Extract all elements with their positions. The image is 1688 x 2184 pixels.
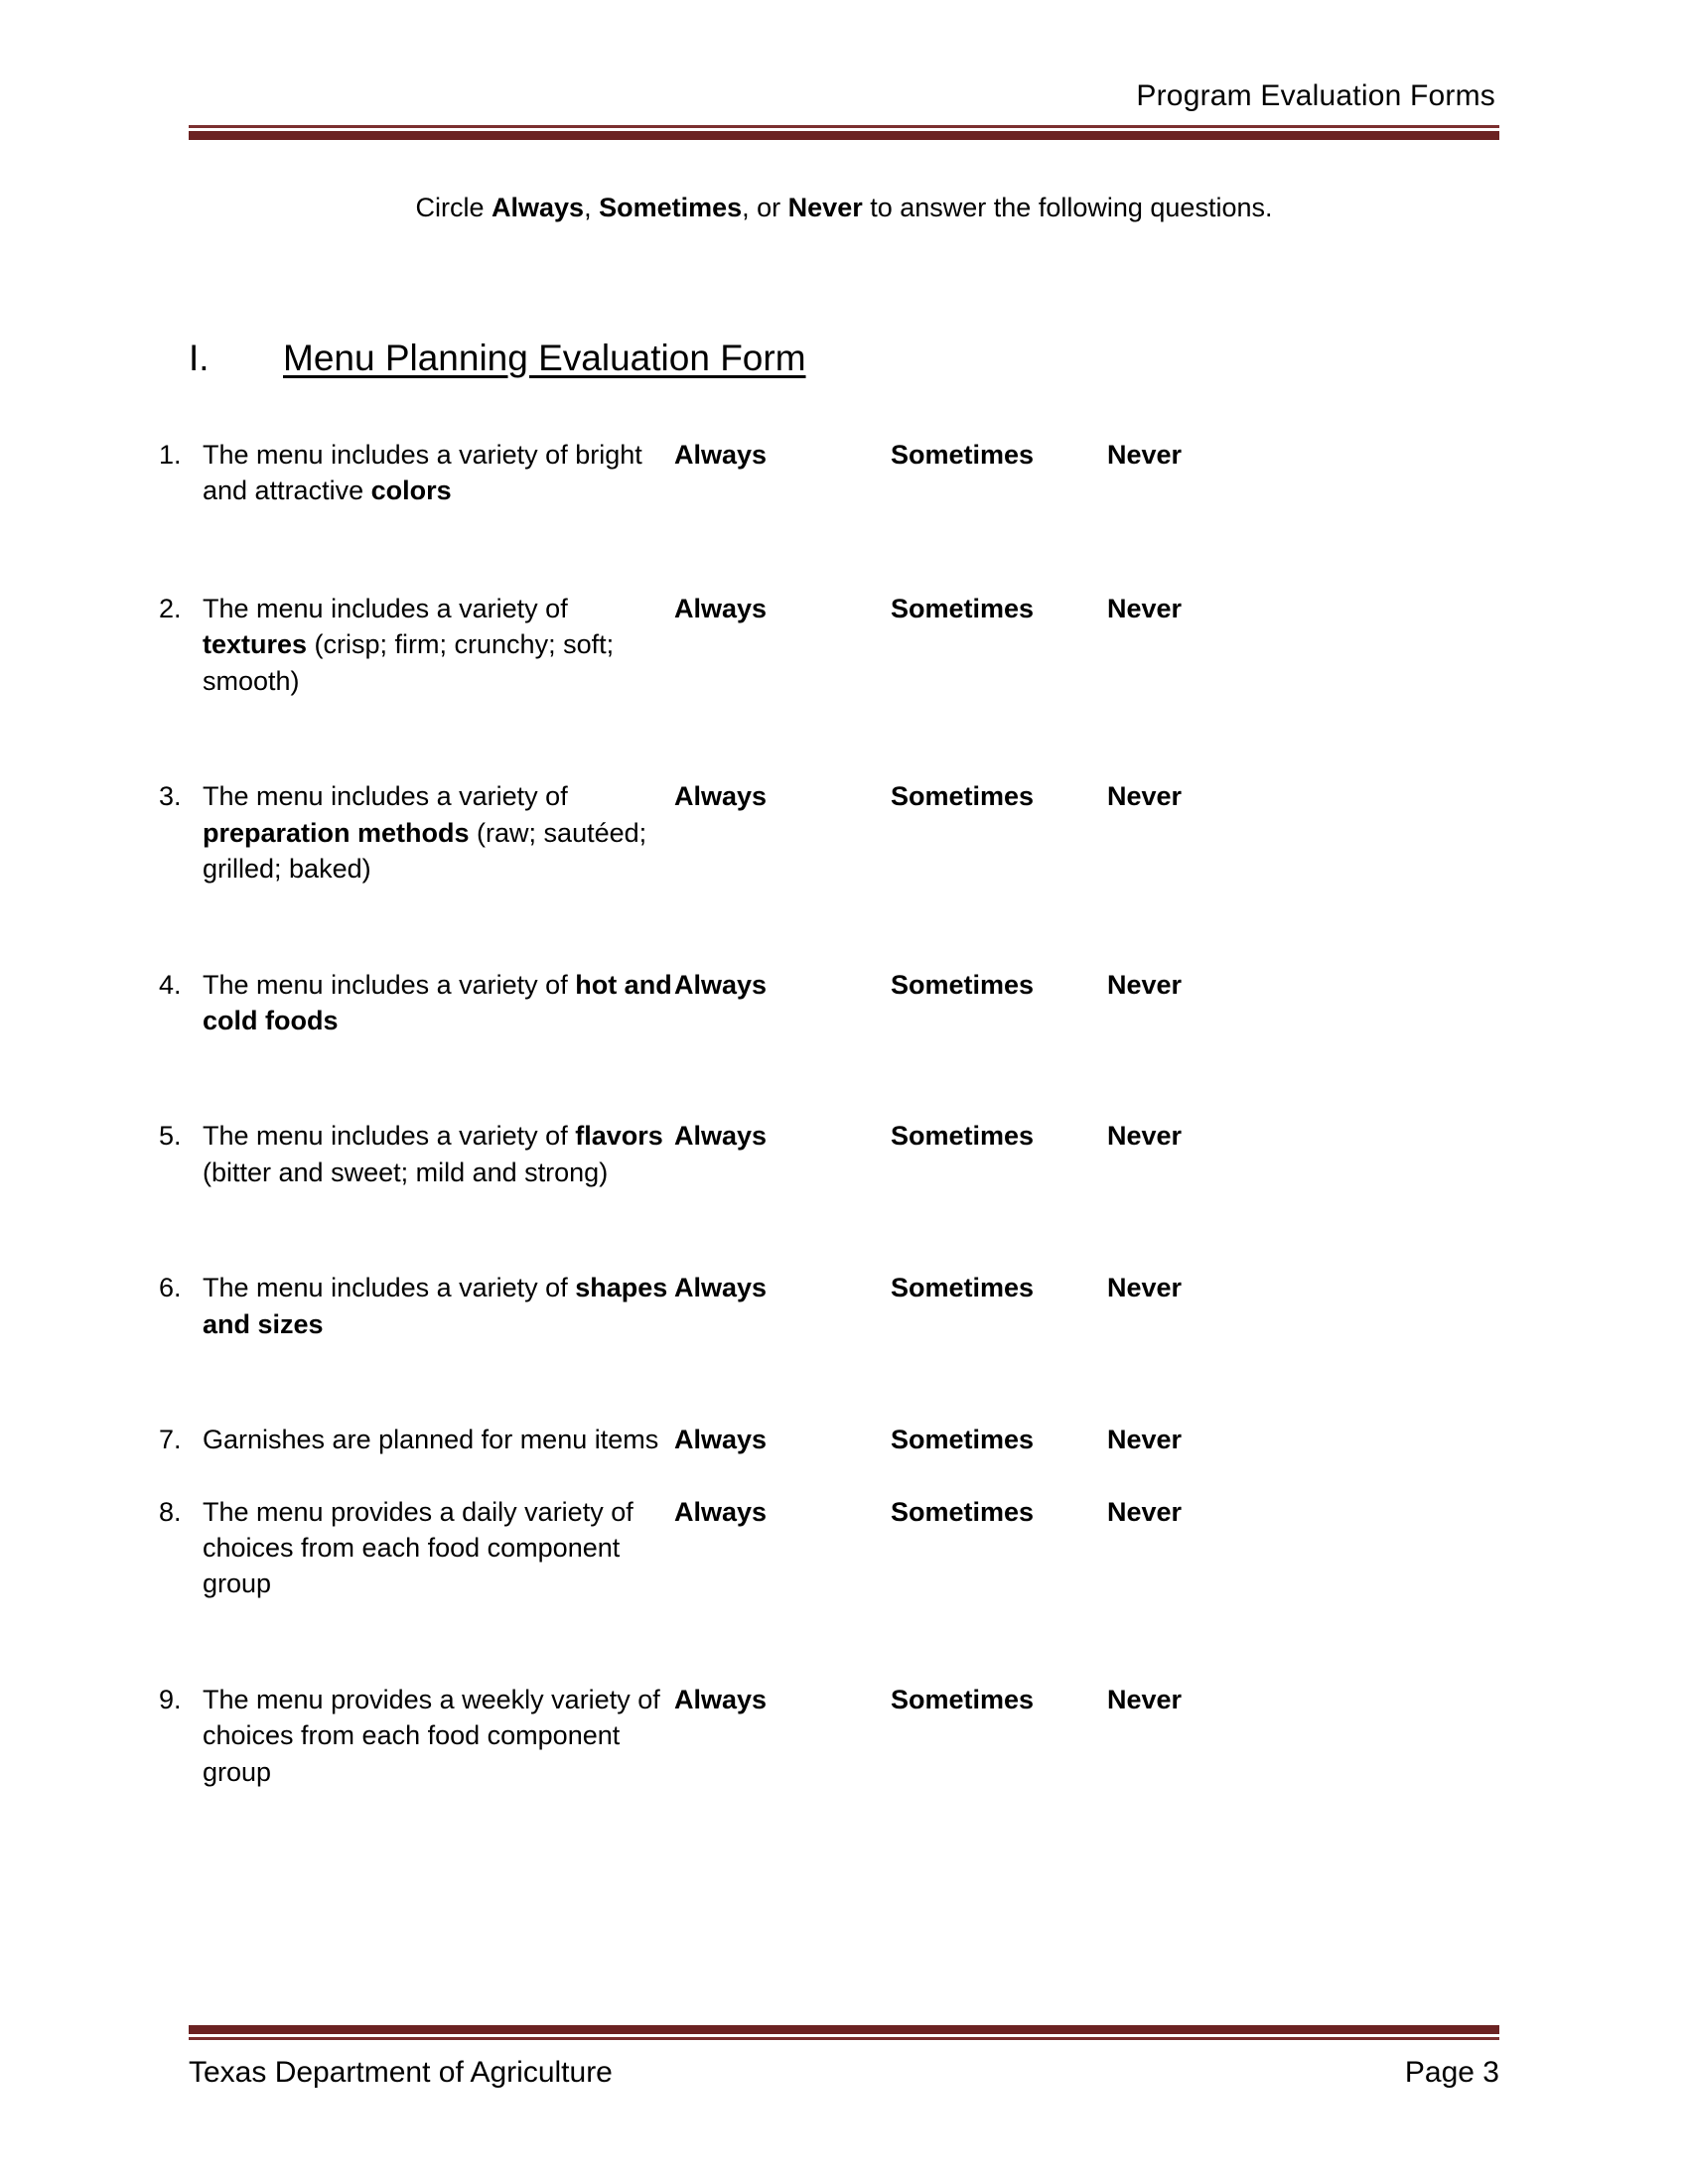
question-row: 1. The menu includes a variety of bright … [159,437,1569,509]
option-never[interactable]: Never [1107,1682,1182,1717]
question-spacer [159,1342,1569,1422]
question-text-segment: Garnishes are planned for menu items [203,1425,659,1455]
question-spacer [159,699,1569,778]
question-text-emphasis: colors [370,476,452,506]
option-never[interactable]: Never [1107,778,1182,814]
question-row: 8. The menu provides a daily variety of c… [159,1494,1569,1602]
option-always[interactable]: Always [674,967,891,1003]
question-row: 2. The menu includes a variety of texture… [159,591,1569,699]
instruction-before: Circle [415,193,492,222]
question-text-emphasis: preparation methods [203,817,470,848]
footer-rule [189,2025,1499,2040]
page-footer: Texas Department of Agriculture Page 3 [189,2025,1499,2090]
instruction-option-sometimes: Sometimes [599,193,743,222]
footer-rule-thin-line [189,2037,1499,2040]
question-text: The menu includes a variety of hot and c… [203,967,674,1039]
question-text-segment: The menu provides a daily variety of cho… [203,1496,633,1599]
question-text-segment: (bitter and sweet; mild and strong) [203,1157,609,1187]
option-sometimes[interactable]: Sometimes [891,591,1107,626]
option-always[interactable]: Always [674,1270,891,1305]
question-row: 3. The menu includes a variety of prepara… [159,778,1569,887]
question-text: The menu includes a variety of textures … [203,591,674,699]
header-rule-thick-bar [189,130,1499,140]
section-number: I. [189,338,210,378]
section-heading: I. Menu Planning Evaluation Form [189,336,806,381]
question-number: 2. [159,593,182,623]
question-number: 5. [159,1121,182,1152]
option-sometimes[interactable]: Sometimes [891,1118,1107,1154]
header-title: Program Evaluation Forms [1136,79,1495,112]
question-text: The menu includes a variety of preparati… [203,778,674,887]
question-text-segment: The menu provides a weekly variety of ch… [203,1684,660,1787]
option-sometimes[interactable]: Sometimes [891,1682,1107,1717]
footer-organization: Texas Department of Agriculture [189,2056,613,2089]
option-always[interactable]: Always [674,1118,891,1154]
question-row: 7. Garnishes are planned for menu items Al… [159,1422,1569,1457]
option-sometimes[interactable]: Sometimes [891,778,1107,814]
option-sometimes[interactable]: Sometimes [891,1422,1107,1457]
option-never[interactable]: Never [1107,1422,1182,1457]
option-always[interactable]: Always [674,1494,891,1530]
option-always[interactable]: Always [674,778,891,814]
question-row: 9. The menu provides a weekly variety of … [159,1682,1569,1790]
question-spacer [159,509,1569,591]
question-text-segment: The menu includes a variety of [203,969,576,1000]
question-spacer [159,1190,1569,1270]
option-never[interactable]: Never [1107,1118,1182,1154]
question-text-segment: The menu includes a variety of [203,1273,576,1303]
footer-row: Texas Department of Agriculture Page 3 [189,2056,1499,2090]
option-always[interactable]: Always [674,1422,891,1457]
question-text-segment: The menu includes a variety of [203,1121,576,1152]
instruction-separator-2: , or [742,193,788,222]
footer-page-number: Page 3 [1404,2056,1499,2089]
page-header: Program Evaluation Forms [189,77,1499,140]
question-number: 1. [159,440,182,470]
question-text: The menu provides a daily variety of cho… [203,1494,674,1602]
question-text: The menu includes a variety of bright an… [203,437,674,509]
question-text: The menu provides a weekly variety of ch… [203,1682,674,1790]
instruction-option-always: Always [492,193,585,222]
question-text-emphasis: textures [203,629,308,660]
question-text: The menu includes a variety of flavors (… [203,1118,674,1190]
instruction-after: to answer the following questions. [862,193,1273,222]
option-never[interactable]: Never [1107,1494,1182,1530]
option-always[interactable]: Always [674,591,891,626]
option-sometimes[interactable]: Sometimes [891,1494,1107,1530]
question-row: 6. The menu includes a variety of shapes … [159,1270,1569,1342]
question-number: 3. [159,781,182,812]
instruction-separator-1: , [584,193,600,222]
option-never[interactable]: Never [1107,967,1182,1003]
question-number: 4. [159,969,182,1000]
question-text-emphasis: flavors [575,1121,663,1152]
option-always[interactable]: Always [674,1682,891,1717]
option-never[interactable]: Never [1107,591,1182,626]
question-row: 4. The menu includes a variety of hot and… [159,967,1569,1039]
option-never[interactable]: Never [1107,437,1182,473]
question-spacer [159,1602,1569,1682]
question-text: Garnishes are planned for menu items [203,1422,674,1457]
option-sometimes[interactable]: Sometimes [891,967,1107,1003]
option-sometimes[interactable]: Sometimes [891,437,1107,473]
section-title: Menu Planning Evaluation Form [283,338,806,378]
instruction-line: Circle Always, Sometimes, or Never to an… [189,191,1499,225]
question-number: 6. [159,1273,182,1303]
instruction-option-never: Never [787,193,863,222]
header-rule [189,124,1499,140]
question-text-segment: The menu includes a variety of [203,781,568,812]
document-page: Program Evaluation Forms Circle Always, … [0,0,1688,2184]
question-spacer [159,887,1569,967]
question-text: The menu includes a variety of shapes an… [203,1270,674,1342]
option-never[interactable]: Never [1107,1270,1182,1305]
option-always[interactable]: Always [674,437,891,473]
question-row: 5. The menu includes a variety of flavors… [159,1118,1569,1190]
question-text-segment: The menu includes a variety of [203,593,568,623]
question-number: 9. [159,1684,182,1714]
questions-list: 1. The menu includes a variety of bright … [159,437,1569,1790]
question-spacer [159,1458,1569,1494]
question-spacer [159,1038,1569,1118]
question-number: 8. [159,1496,182,1527]
question-number: 7. [159,1425,182,1455]
footer-rule-thick-bar [189,2025,1499,2034]
option-sometimes[interactable]: Sometimes [891,1270,1107,1305]
